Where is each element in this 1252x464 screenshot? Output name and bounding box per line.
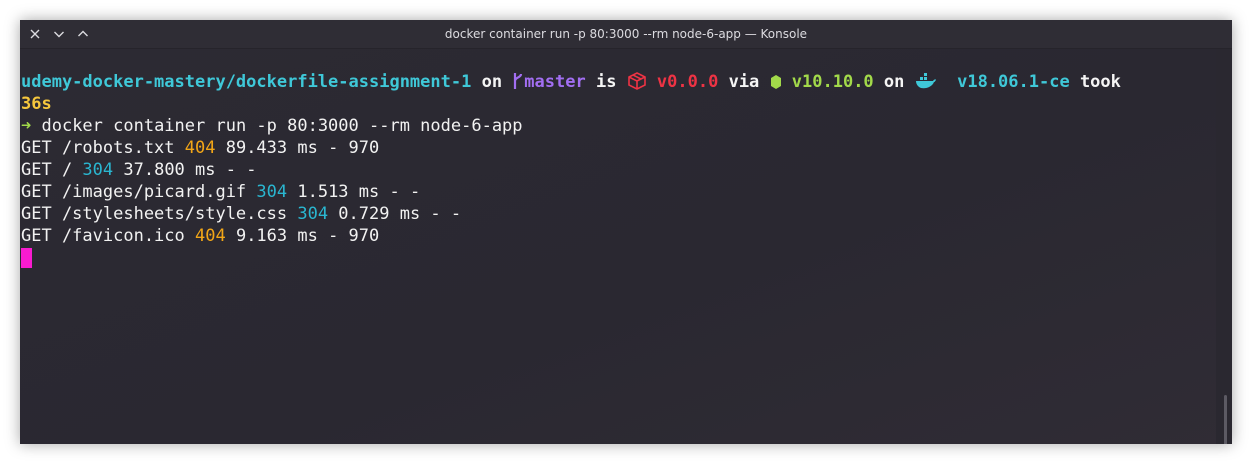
log-request: GET /robots.txt <box>21 138 185 158</box>
log-line: GET /images/picard.gif 304 1.513 ms - - <box>20 181 1216 203</box>
node-icon <box>770 74 782 96</box>
vertical-scrollbar[interactable] <box>1216 49 1232 444</box>
node-version: v10.10.0 <box>791 72 874 92</box>
prompt-text: took <box>1069 72 1121 92</box>
log-line: GET /robots.txt 404 89.433 ms - 970 <box>20 137 1216 159</box>
log-request: GET /images/picard.gif <box>21 182 257 202</box>
terminal-cursor <box>21 248 32 268</box>
log-status: 304 <box>297 204 329 224</box>
command-line: ➜ docker container run -p 80:3000 --rm n… <box>20 115 1216 137</box>
docker-version: v18.06.1-ce <box>957 72 1070 92</box>
log-line: GET /favicon.ico 404 9.163 ms - 970 <box>20 225 1216 247</box>
konsole-window: docker container run -p 80:3000 --rm nod… <box>20 20 1232 444</box>
terminal-output[interactable]: udemy-docker-mastery/dockerfile-assignme… <box>20 49 1216 444</box>
prompt-path: udemy-docker-mastery/dockerfile-assignme… <box>21 72 472 92</box>
command-text: docker container run -p 80:3000 --rm nod… <box>31 116 523 136</box>
prompt-text: is <box>585 72 627 92</box>
log-request: GET /stylesheets/style.css <box>21 204 298 224</box>
log-timing: 37.800 ms - - <box>113 160 257 180</box>
prompt-text: via <box>718 72 770 92</box>
git-branch: master <box>524 72 586 92</box>
prompt-text: on <box>471 72 513 92</box>
cursor-line <box>20 247 1216 269</box>
git-branch-icon <box>512 72 524 96</box>
close-icon[interactable] <box>26 25 44 43</box>
package-version: v0.0.0 <box>656 72 719 92</box>
prompt-line: udemy-docker-mastery/dockerfile-assignme… <box>20 71 1216 93</box>
log-status: 304 <box>82 160 114 180</box>
prompt-text: on <box>873 72 915 92</box>
title-bar[interactable]: docker container run -p 80:3000 --rm nod… <box>20 20 1232 49</box>
minimize-icon[interactable] <box>50 25 68 43</box>
window-title: docker container run -p 80:3000 --rm nod… <box>444 27 808 41</box>
log-request: GET / <box>21 160 83 180</box>
scrollbar-thumb[interactable] <box>1224 395 1227 444</box>
log-status: 404 <box>184 138 216 158</box>
log-timing: 9.163 ms - 970 <box>225 226 380 246</box>
docker-whale-icon <box>915 72 937 96</box>
log-timing: 0.729 ms - - <box>328 204 462 224</box>
log-line: GET / 304 37.800 ms - - <box>20 159 1216 181</box>
prompt-arrow: ➜ <box>21 116 32 136</box>
log-status: 404 <box>195 226 226 246</box>
log-request: GET /favicon.ico <box>21 226 195 246</box>
log-line: GET /stylesheets/style.css 304 0.729 ms … <box>20 203 1216 225</box>
log-status: 304 <box>256 182 288 202</box>
command-duration: 36s <box>21 94 52 114</box>
log-timing: 1.513 ms - - <box>287 182 421 202</box>
maximize-icon[interactable] <box>74 25 92 43</box>
package-icon <box>627 72 647 96</box>
window-controls <box>26 20 92 48</box>
log-timing: 89.433 ms - 970 <box>215 138 380 158</box>
